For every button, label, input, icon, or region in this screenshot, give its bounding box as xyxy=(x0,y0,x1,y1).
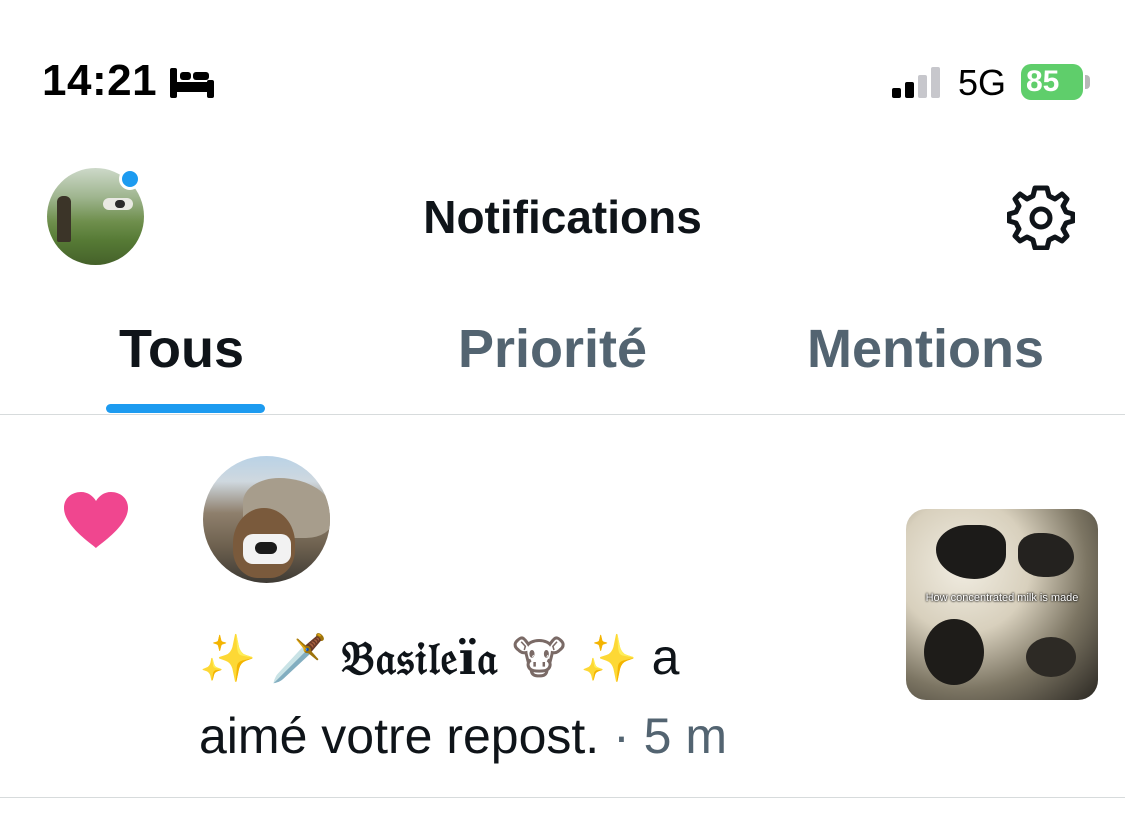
status-time: 14:21 xyxy=(42,56,158,105)
sparkles-emoji: ✨ xyxy=(199,631,257,685)
cow-spot xyxy=(936,525,1006,579)
notification-text[interactable]: ✨ 🗡️ 𝔅𝔞𝔰𝔦𝔩𝔢ï𝔞 🐮 ✨ a aimé votre repost. ·… xyxy=(199,618,859,775)
status-bar: 14:21 5G 85 xyxy=(0,0,1125,130)
bed-icon xyxy=(170,68,214,98)
media-caption: How concentrated milk is made xyxy=(925,592,1079,604)
signal-strength-icon xyxy=(892,67,940,98)
actor-avatar[interactable] xyxy=(203,456,330,583)
battery-icon: 85 xyxy=(1021,64,1091,100)
time-separator: · xyxy=(613,708,630,764)
avatar-mask-pattern xyxy=(255,542,277,554)
cow-spot xyxy=(1018,533,1074,577)
active-tab-indicator xyxy=(106,404,265,413)
sparkles-emoji-2: ✨ xyxy=(580,631,638,685)
page-title: Notifications xyxy=(423,191,702,243)
media-thumbnail[interactable]: How concentrated milk is made xyxy=(906,509,1098,700)
tab-mentions[interactable]: Mentions xyxy=(807,318,1044,380)
dagger-emoji: 🗡️ xyxy=(270,631,328,685)
cow-spot xyxy=(1026,637,1076,677)
action-text: aimé votre repost. xyxy=(199,708,600,764)
battery-cap xyxy=(1085,75,1090,89)
notification-divider xyxy=(0,797,1125,798)
notification-tabs: Tous Priorité Mentions xyxy=(0,300,1125,414)
action-text-a: a xyxy=(651,629,680,685)
online-indicator xyxy=(119,168,141,190)
tabs-divider xyxy=(0,414,1125,415)
actor-name[interactable]: 𝔅𝔞𝔰𝔦𝔩𝔢ï𝔞 xyxy=(341,631,498,685)
battery-level: 85 xyxy=(1026,65,1060,98)
cow-emoji: 🐮 xyxy=(512,631,567,685)
timestamp: 5 m xyxy=(643,708,727,764)
gear-icon[interactable] xyxy=(1007,182,1075,250)
network-type: 5G xyxy=(958,62,1007,103)
battery-body: 85 xyxy=(1021,64,1083,100)
cow-spot xyxy=(924,619,984,685)
heart-icon xyxy=(64,492,128,548)
tab-priority[interactable]: Priorité xyxy=(458,318,647,380)
tab-all[interactable]: Tous xyxy=(119,318,244,380)
